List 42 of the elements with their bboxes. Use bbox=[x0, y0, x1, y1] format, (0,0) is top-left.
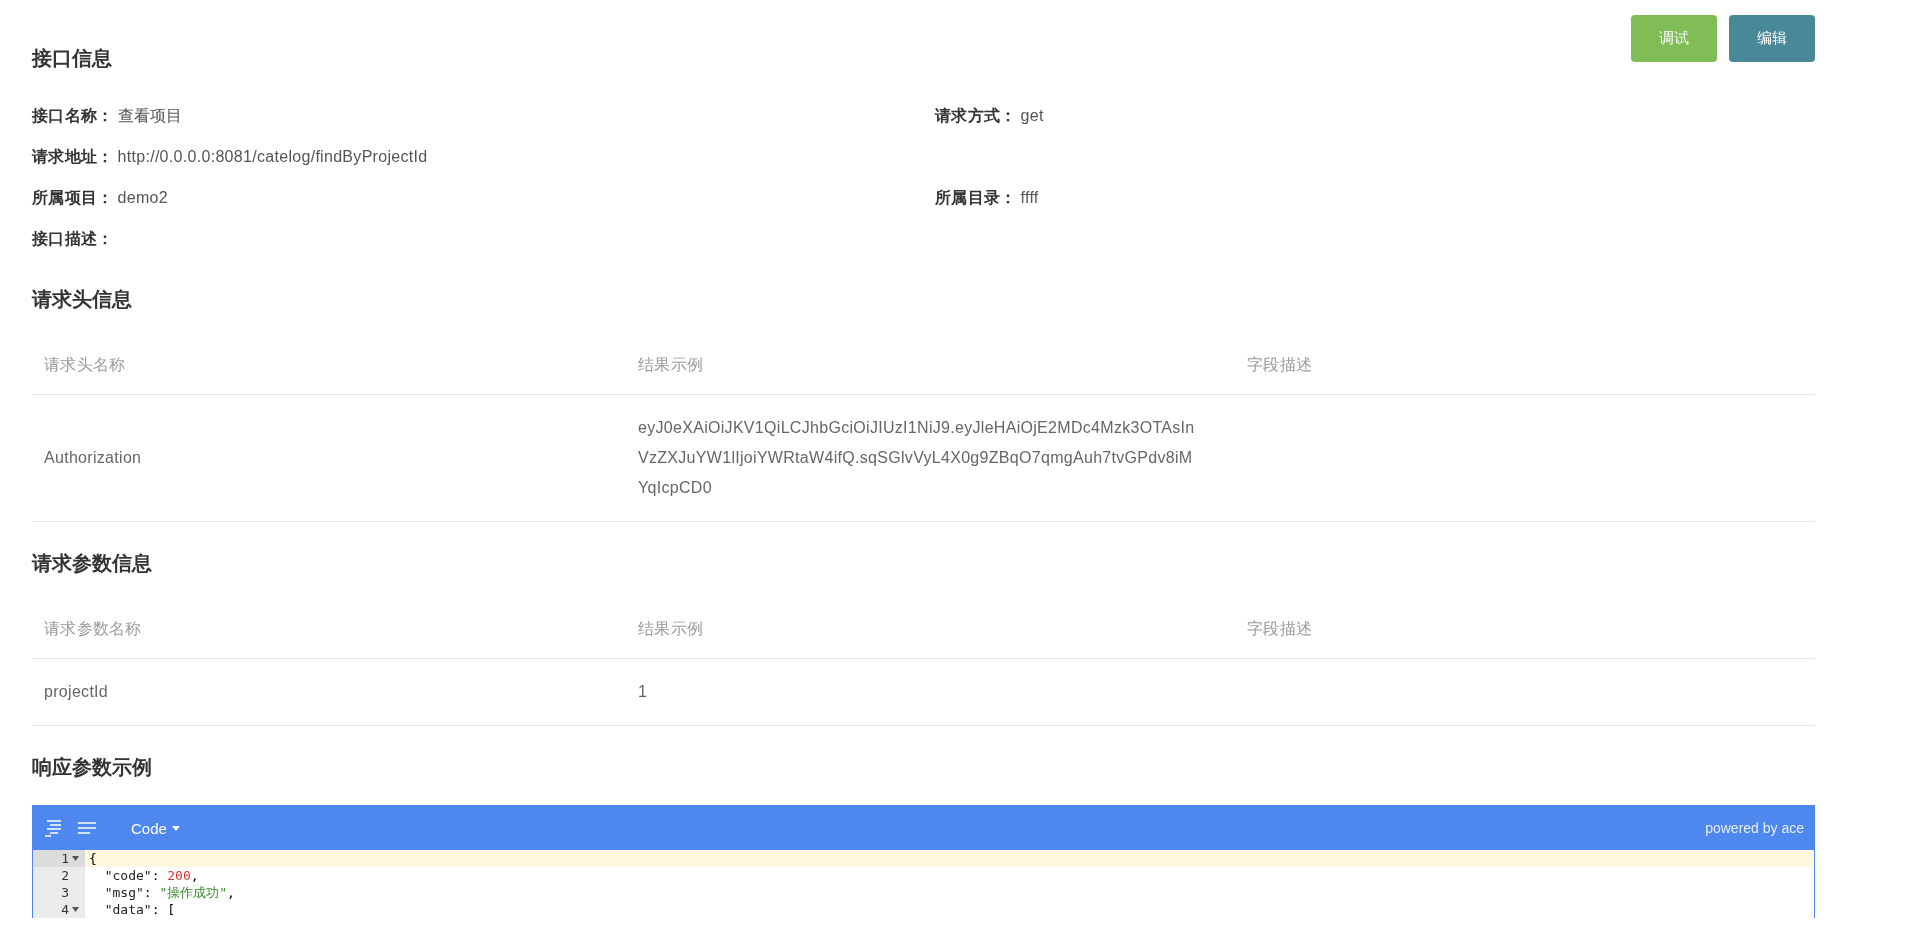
field-label: 接口描述： bbox=[32, 230, 114, 247]
field-label: 所属目录： bbox=[935, 189, 1017, 206]
section-heading: 请求参数信息 bbox=[32, 551, 153, 576]
fold-caret-icon[interactable] bbox=[72, 856, 79, 861]
line-number: 2 bbox=[61, 867, 69, 884]
field-label: 请求地址： bbox=[32, 148, 114, 165]
powered-by-text: powered by ace bbox=[1705, 820, 1804, 836]
field-value: ffff bbox=[1020, 189, 1039, 206]
column-header: 请求头名称 bbox=[44, 356, 126, 373]
field-value: demo2 bbox=[117, 189, 168, 206]
line-number: 1 bbox=[61, 850, 69, 867]
code-line: "msg": "操作成功", bbox=[103, 884, 235, 901]
line-number: 3 bbox=[61, 884, 69, 901]
caret-icon bbox=[171, 825, 180, 831]
field-value: http://0.0.0.0:8081/catelog/findByProjectId bbox=[117, 148, 428, 165]
fold-caret-icon[interactable] bbox=[72, 907, 79, 912]
code-line: "code": 200, bbox=[103, 867, 199, 884]
section-heading: 接口信息 bbox=[32, 46, 112, 71]
column-header: 字段描述 bbox=[1247, 356, 1313, 373]
action-button[interactable]: 编辑 bbox=[1729, 15, 1815, 62]
column-header: 请求参数名称 bbox=[44, 620, 142, 637]
compact-icon[interactable] bbox=[77, 821, 97, 835]
column-header: 字段描述 bbox=[1247, 620, 1313, 637]
line-number: 4 bbox=[61, 901, 69, 918]
code-line: { bbox=[88, 850, 97, 867]
table-cell-text: projectId bbox=[44, 682, 109, 702]
action-button[interactable]: 调试 bbox=[1631, 15, 1717, 62]
section-heading: 响应参数示例 bbox=[32, 755, 153, 780]
table-cell-text: 1 bbox=[638, 682, 649, 702]
table-cell-text: eyJ0eXAiOiJKV1QiLCJhbGciOiJIUzI1NiJ9.eyJleHAiOjE2MDc4Mzk3OTAsInVzZXJuYW1lIjoiYWRtaW4ifQ.sqSGlvVyL4X0g9ZBqO7qmgAuh7tvGPdv8iMYqIcpCD0 bbox=[638, 418, 1196, 498]
field-label: 接口名称： bbox=[32, 107, 114, 124]
field-label: 所属项目： bbox=[32, 189, 114, 206]
code-line: "data": [ bbox=[103, 901, 176, 918]
table-cell-text: Authorization bbox=[44, 448, 142, 468]
format-icon[interactable] bbox=[43, 819, 63, 837]
column-header: 结果示例 bbox=[638, 620, 704, 637]
field-label: 请求方式： bbox=[935, 107, 1017, 124]
field-value: get bbox=[1020, 107, 1044, 124]
section-heading: 请求头信息 bbox=[32, 287, 133, 312]
field-value: 查看项目 bbox=[117, 107, 183, 124]
mode-dropdown[interactable]: Code bbox=[131, 819, 180, 837]
column-header: 结果示例 bbox=[638, 356, 704, 373]
